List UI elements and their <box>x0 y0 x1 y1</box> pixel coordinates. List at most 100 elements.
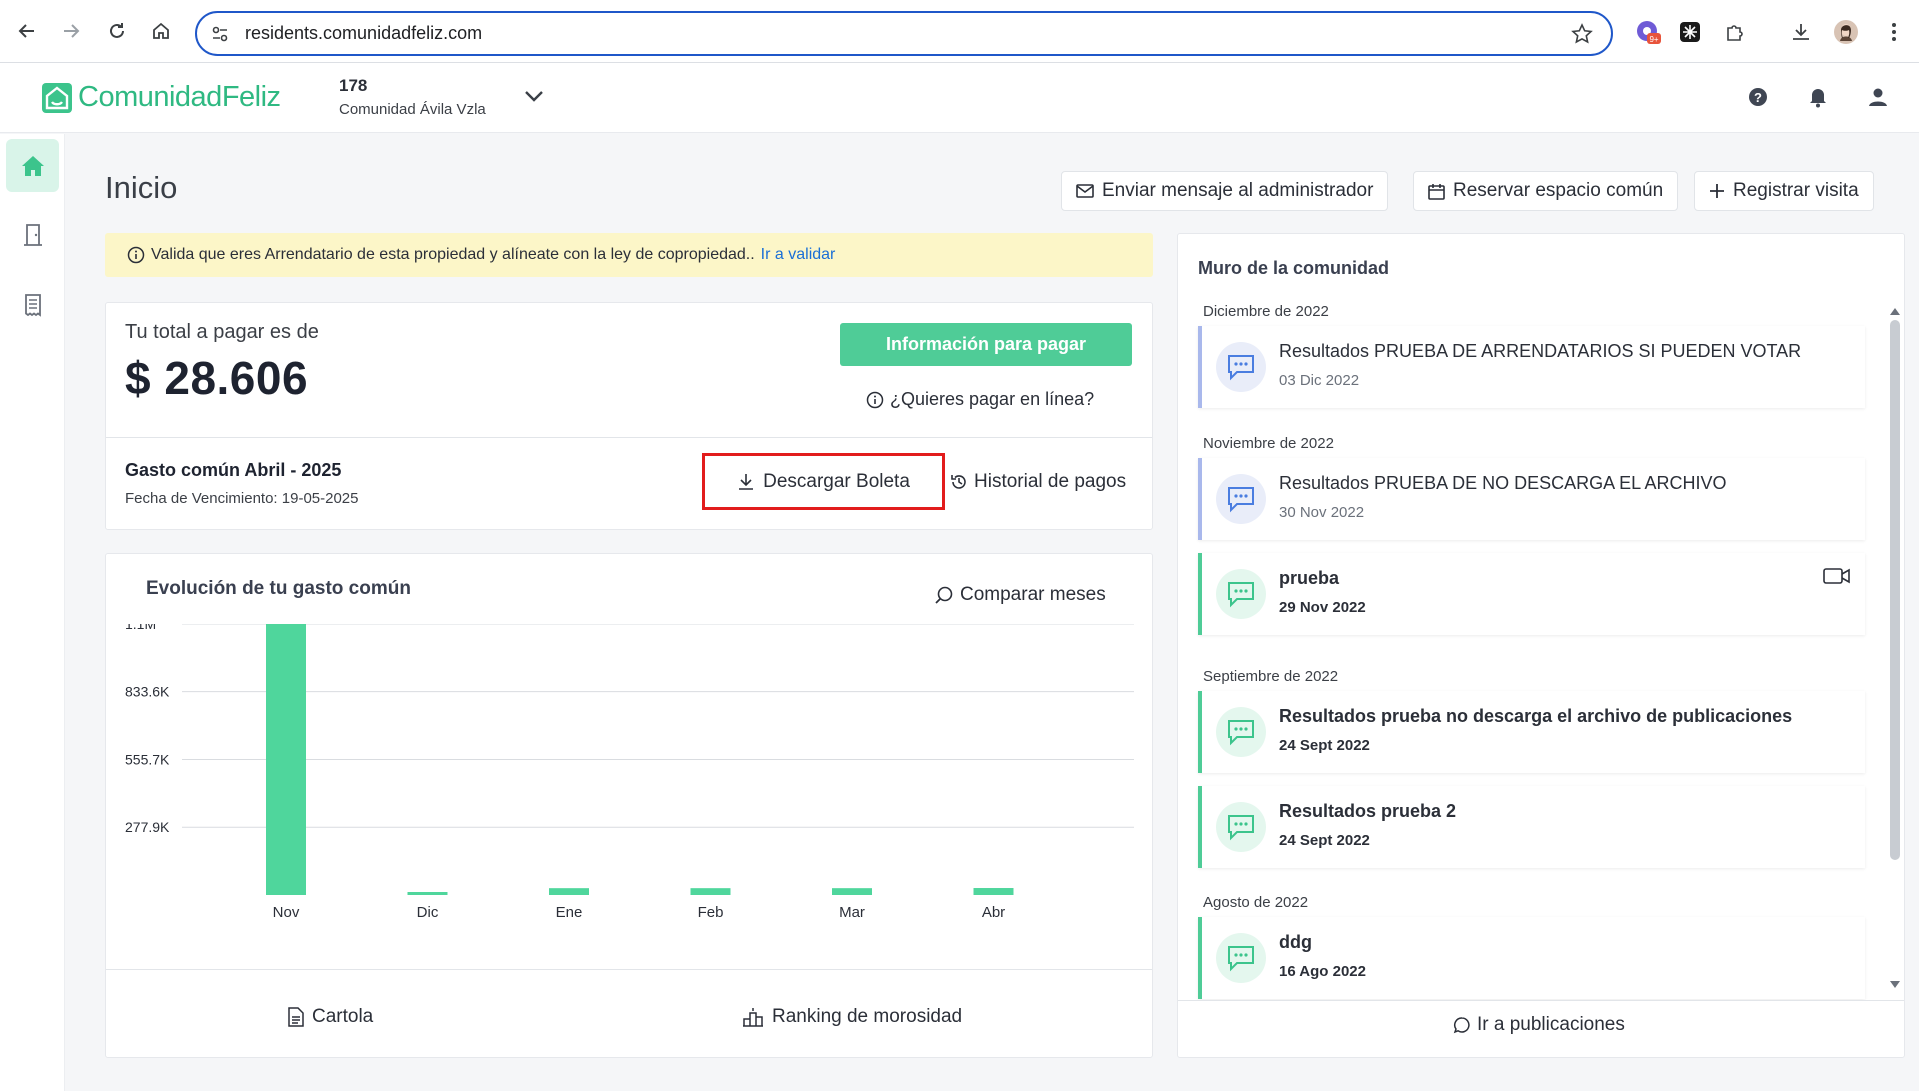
chat-bubble-icon <box>1216 569 1266 619</box>
compare-months-button[interactable]: Comparar meses <box>934 584 1106 606</box>
reload-icon[interactable] <box>102 16 132 46</box>
payment-history-button[interactable]: Historial de pagos <box>950 471 1126 493</box>
extension-badge: 9+ <box>1649 35 1658 44</box>
cartola-link[interactable]: Cartola <box>288 1006 373 1028</box>
reserve-space-label: Reservar espacio común <box>1453 180 1664 201</box>
search-compare-icon <box>935 586 953 604</box>
month-heading: Diciembre de 2022 <box>1203 303 1329 320</box>
pay-online-label: ¿Quieres pagar en línea? <box>890 389 1095 409</box>
document-icon <box>288 1007 304 1027</box>
due-date: Fecha de Vencimiento: 19-05-2025 <box>125 490 359 507</box>
mail-icon <box>1076 184 1094 198</box>
send-message-button[interactable]: Enviar mensaje al administrador <box>1061 171 1389 211</box>
bar <box>973 888 1014 895</box>
x-tick-label: Nov <box>273 904 300 921</box>
chat-bubble-icon <box>1216 474 1266 524</box>
go-to-publications-label: Ir a publicaciones <box>1477 1014 1625 1035</box>
x-tick-label: Ene <box>556 904 583 921</box>
history-icon <box>951 475 966 489</box>
send-message-label: Enviar mensaje al administrador <box>1102 180 1374 201</box>
sidebar <box>0 134 65 1091</box>
register-visit-label: Registrar visita <box>1733 180 1859 201</box>
x-tick-label: Feb <box>698 904 724 921</box>
wall-feed[interactable]: Diciembre de 2022 Resultados PRUEBA DE A… <box>1178 294 1906 1000</box>
post-item[interactable]: Resultados PRUEBA DE ARRENDATARIOS SI PU… <box>1198 326 1865 408</box>
ranking-icon <box>743 1008 763 1027</box>
post-item[interactable]: Resultados PRUEBA DE NO DESCARGA EL ARCH… <box>1198 458 1865 540</box>
x-tick-label: Abr <box>982 904 1005 921</box>
logo[interactable]: ComunidadFeliz <box>42 81 281 114</box>
post-title: ddg <box>1279 932 1312 952</box>
post-title: Resultados PRUEBA DE NO DESCARGA EL ARCH… <box>1279 473 1727 493</box>
post-item[interactable]: Resultados prueba 2 24 Sept 2022 <box>1198 786 1865 868</box>
plus-icon <box>1710 184 1724 198</box>
puzzle-icon[interactable] <box>1721 18 1749 46</box>
post-date: 24 Sept 2022 <box>1279 832 1370 849</box>
community-wall: Muro de la comunidad Diciembre de 2022 R… <box>1177 233 1905 1058</box>
payment-amount: $ 28.606 <box>125 352 309 404</box>
bell-icon[interactable] <box>1806 85 1830 109</box>
forward-icon[interactable] <box>56 16 86 46</box>
browser-menu-icon[interactable] <box>1880 18 1908 46</box>
chevron-down-icon[interactable] <box>524 89 544 108</box>
reserve-space-button[interactable]: Reservar espacio común <box>1413 171 1679 211</box>
home-icon <box>21 155 44 176</box>
page-title: Inicio <box>105 170 178 205</box>
url-text[interactable]: residents.comunidadfeliz.com <box>245 23 482 44</box>
validate-link[interactable]: Ir a validar <box>761 246 836 264</box>
payment-label: Tu total a pagar es de <box>125 321 319 343</box>
post-item[interactable]: ddg 16 Ago 2022 <box>1198 917 1865 999</box>
extension-icon[interactable] <box>1676 18 1704 46</box>
sidebar-item-property[interactable] <box>6 208 59 261</box>
app-header: ComunidadFeliz 178 Comunidad Ávila Vzla … <box>0 63 1919 133</box>
profile-avatar-icon[interactable] <box>1832 18 1860 46</box>
wall-scrollbar[interactable] <box>1889 308 1901 988</box>
post-title: Resultados prueba 2 <box>1279 801 1457 821</box>
wall-title: Muro de la comunidad <box>1198 258 1390 278</box>
browser-toolbar: residents.comunidadfeliz.com 9+ <box>0 0 1919 63</box>
user-icon[interactable] <box>1866 85 1890 109</box>
month-heading: Noviembre de 2022 <box>1203 435 1334 452</box>
calendar-icon <box>1428 183 1445 200</box>
home-icon[interactable] <box>146 16 176 46</box>
chat-bubble-icon <box>1216 802 1266 852</box>
y-tick-label: 1.1M <box>125 624 156 632</box>
download-icon[interactable] <box>1787 18 1815 46</box>
validation-alert: Valida que eres Arrendatario de esta pro… <box>105 233 1153 277</box>
alert-text: Valida que eres Arrendatario de esta pro… <box>151 246 755 263</box>
register-visit-button[interactable]: Registrar visita <box>1694 171 1874 211</box>
post-item[interactable]: Resultados prueba no descarga el archivo… <box>1198 691 1865 773</box>
sidebar-item-documents[interactable] <box>6 278 59 331</box>
bookmark-star-icon[interactable] <box>1571 23 1593 50</box>
post-item[interactable]: prueba 29 Nov 2022 <box>1198 553 1865 635</box>
payment-info-button[interactable]: Información para pagar <box>840 323 1132 366</box>
download-receipt-button[interactable]: Descargar Boleta <box>702 453 945 510</box>
video-icon <box>1823 567 1851 590</box>
back-icon[interactable] <box>12 16 42 46</box>
x-tick-label: Mar <box>839 904 865 921</box>
post-title: Resultados PRUEBA DE ARRENDATARIOS SI PU… <box>1279 341 1802 361</box>
unit-selector[interactable]: 178 Comunidad Ávila Vzla <box>339 76 486 118</box>
chat-icon <box>1453 1017 1470 1034</box>
y-tick-label: 833.6K <box>125 684 170 700</box>
help-icon[interactable]: ? <box>1746 85 1770 109</box>
y-tick-label: 555.7K <box>125 751 170 767</box>
extension-icon[interactable]: 9+ <box>1634 18 1662 46</box>
bar <box>549 888 589 895</box>
compare-months-label: Comparar meses <box>960 584 1106 605</box>
site-info-icon[interactable] <box>211 25 229 43</box>
post-date: 24 Sept 2022 <box>1279 737 1370 754</box>
go-to-publications-link[interactable]: Ir a publicaciones <box>1453 1014 1625 1036</box>
ranking-link[interactable]: Ranking de morosidad <box>742 1006 962 1028</box>
x-tick-label: Dic <box>417 904 439 921</box>
ranking-label: Ranking de morosidad <box>772 1006 963 1027</box>
y-tick-label: 277.9K <box>125 819 170 835</box>
post-date: 30 Nov 2022 <box>1279 504 1365 521</box>
bar <box>690 888 731 895</box>
expense-chart-card: Evolución de tu gasto común Comparar mes… <box>105 553 1153 1058</box>
sidebar-item-home[interactable] <box>6 139 59 192</box>
chat-bubble-icon <box>1216 707 1266 757</box>
pay-online-link[interactable]: ¿Quieres pagar en línea? <box>866 389 1094 410</box>
address-bar[interactable]: residents.comunidadfeliz.com <box>195 11 1613 56</box>
door-icon <box>23 223 42 246</box>
